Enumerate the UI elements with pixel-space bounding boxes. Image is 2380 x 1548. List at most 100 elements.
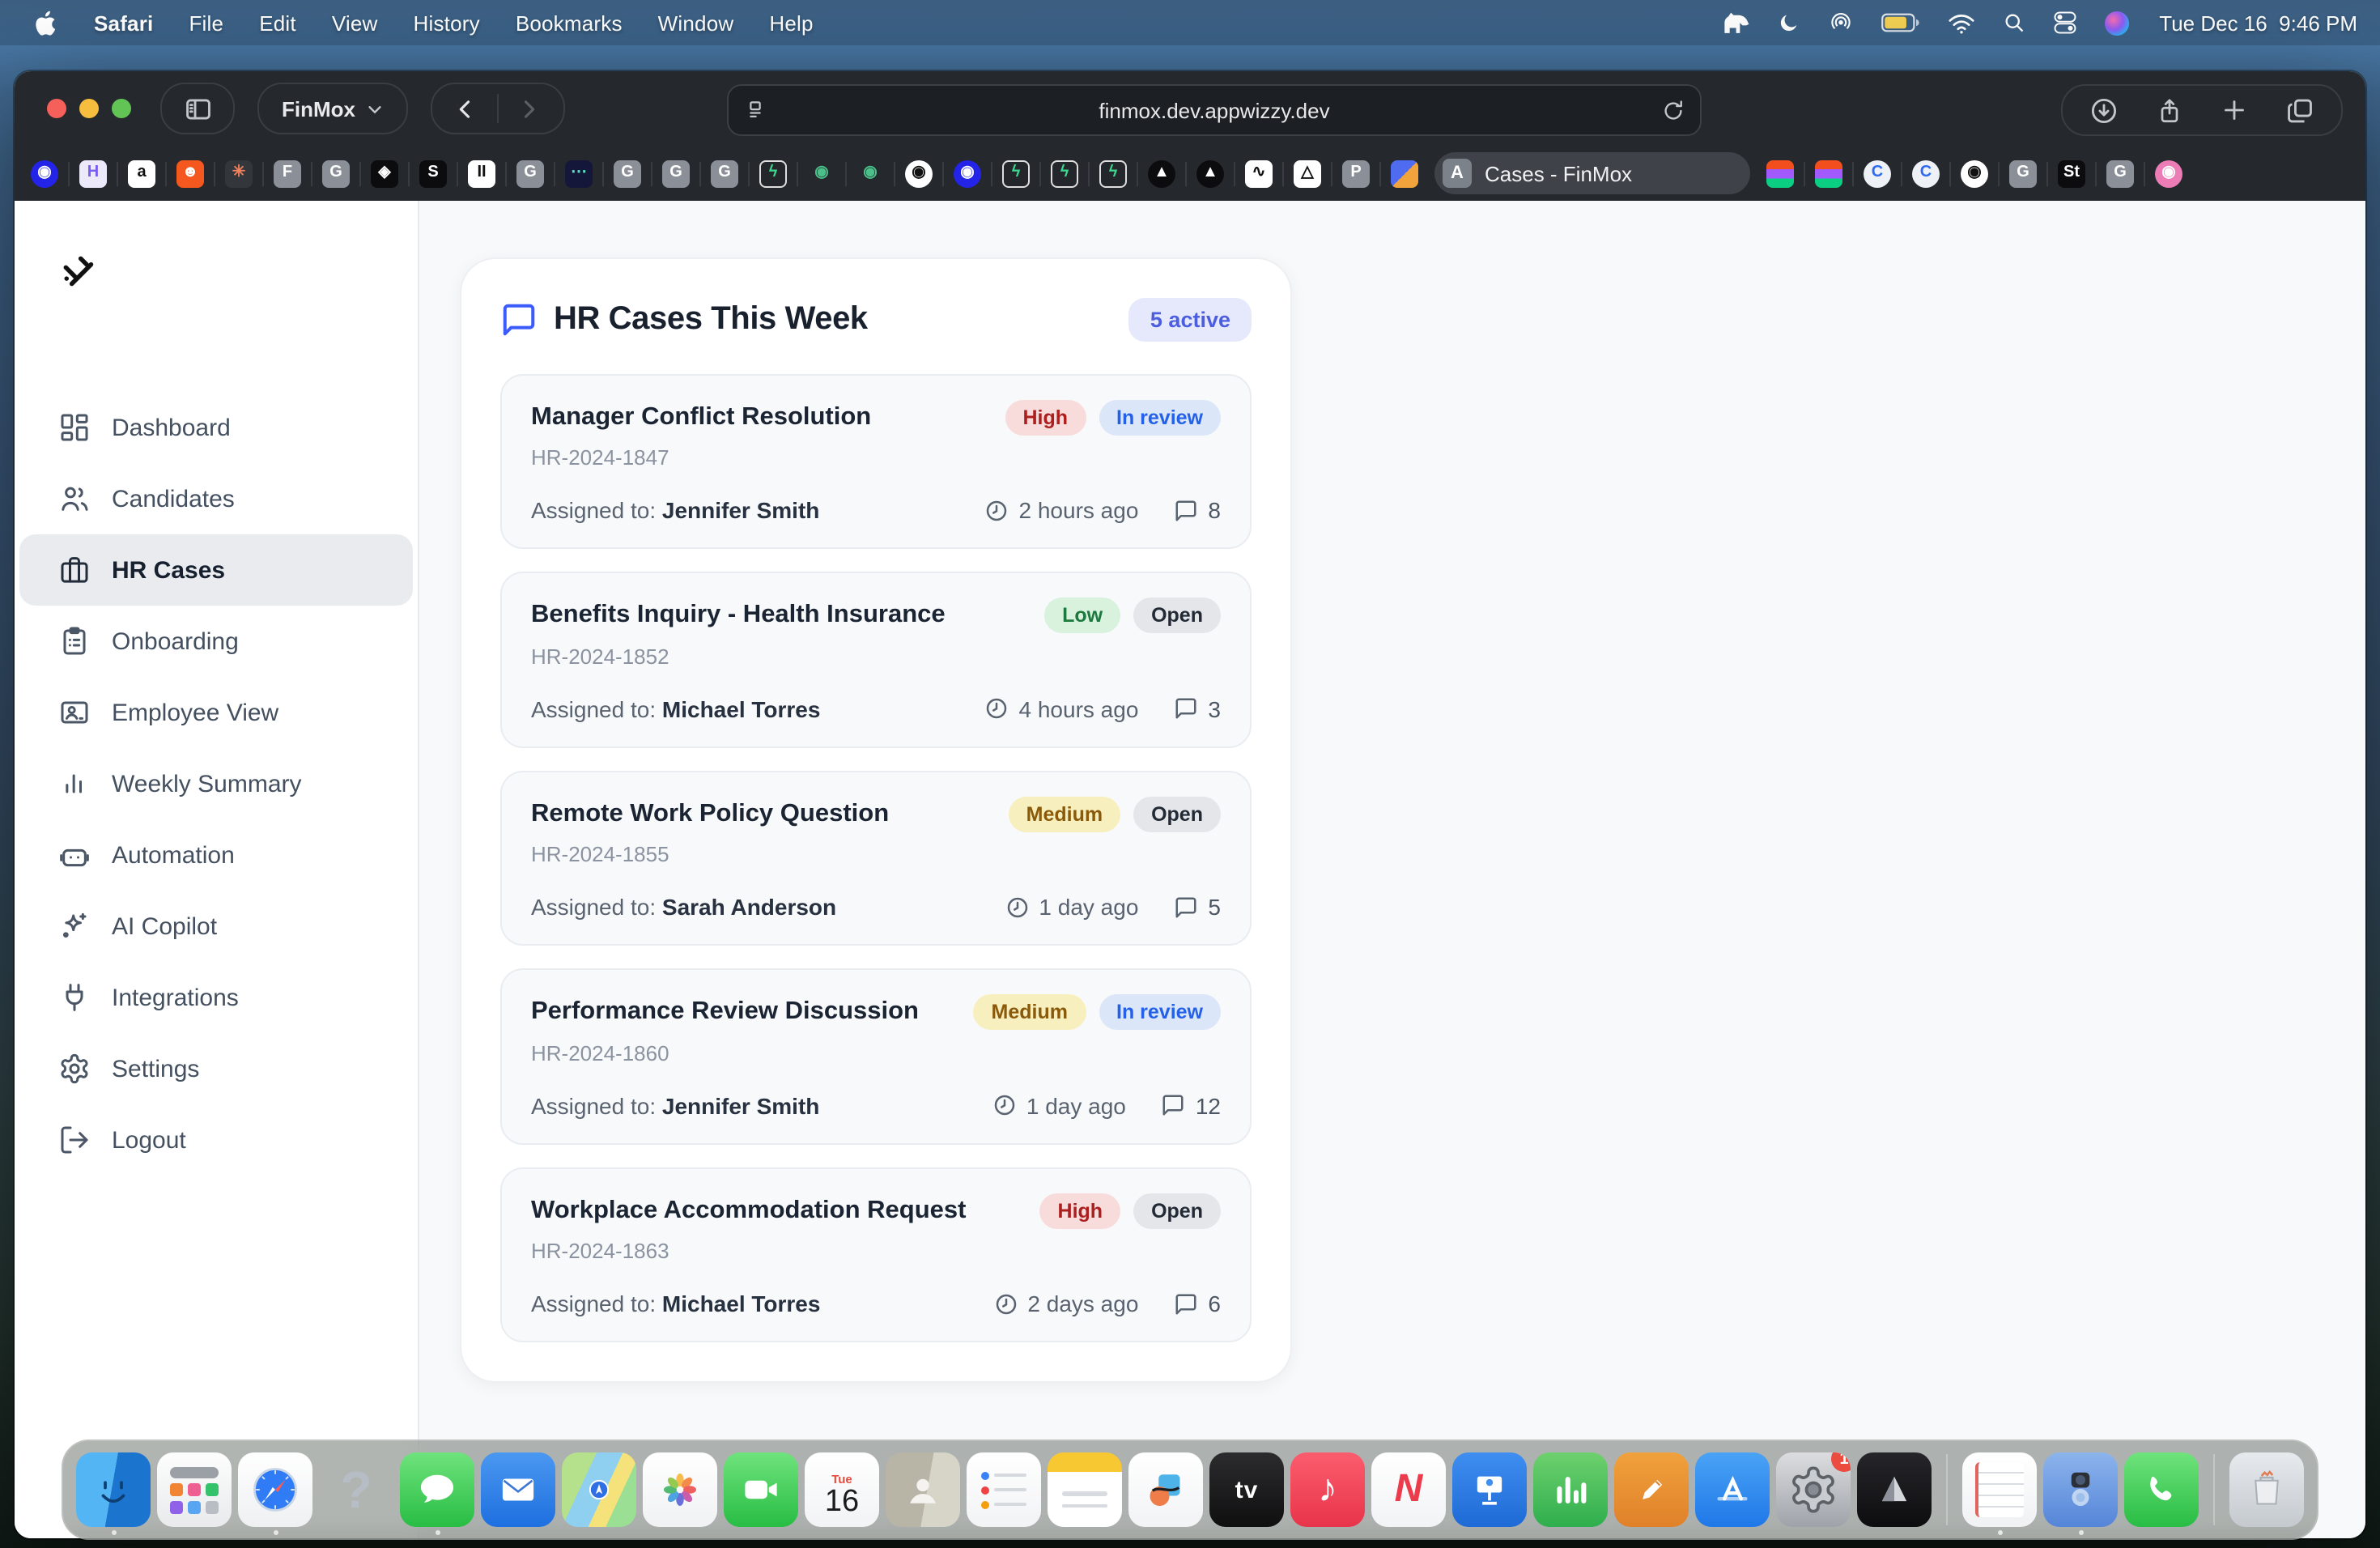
dock-item-facetime[interactable] — [724, 1452, 798, 1527]
dock-item-notes[interactable] — [1048, 1452, 1122, 1527]
dock-item-prism[interactable] — [1857, 1452, 1932, 1527]
favorite-h-purple-icon[interactable]: H — [79, 159, 107, 187]
apple-menu-icon[interactable] — [32, 9, 57, 36]
finmox-logo-icon[interactable] — [60, 253, 96, 288]
sidebar-item-settings[interactable]: Settings — [19, 1033, 413, 1104]
dock-item-news[interactable]: N — [1371, 1452, 1446, 1527]
favorite-pen-duotone-icon[interactable] — [1391, 159, 1418, 187]
new-tab-button[interactable] — [2220, 96, 2249, 125]
favorite-g-grey-icon[interactable]: G — [322, 159, 350, 187]
case-card[interactable]: Performance Review DiscussionMediumIn re… — [500, 969, 1252, 1145]
favorite-g-grey-icon[interactable]: G — [2106, 159, 2134, 187]
tab-cases-finmox[interactable]: A Cases - FinMox — [1434, 152, 1750, 194]
sidebar-item-automation[interactable]: Automation — [19, 819, 413, 891]
favorite-script-black-icon[interactable]: S — [419, 159, 447, 187]
favorite-c-blue-icon[interactable]: C — [1912, 159, 1940, 187]
dock-item-textedit[interactable] — [1962, 1452, 2037, 1527]
favorite-g-grey-icon[interactable]: G — [614, 159, 641, 187]
menu-item-view[interactable]: View — [314, 11, 396, 35]
spotlight-search-icon[interactable] — [2002, 11, 2025, 34]
minimize-window-button[interactable] — [79, 99, 99, 118]
siri-icon[interactable] — [2104, 11, 2128, 35]
control-center-icon[interactable] — [2052, 11, 2076, 34]
favorite-g-grey-icon[interactable]: G — [2009, 159, 2037, 187]
battery-icon[interactable] — [1881, 13, 1919, 32]
dock-item-calendar[interactable]: Tue16 — [805, 1452, 879, 1527]
dock-item-trash[interactable] — [2229, 1452, 2304, 1527]
favorite-amazon-icon[interactable]: a — [128, 159, 155, 187]
favorite-storybook-icon[interactable]: St — [2058, 159, 2085, 187]
sidebar-item-ai-copilot[interactable]: AI Copilot — [19, 891, 413, 962]
favorite-sail-white-icon[interactable]: △ — [1294, 159, 1321, 187]
menu-item-window[interactable]: Window — [640, 11, 752, 35]
dock-item-settings[interactable]: 1 — [1776, 1452, 1851, 1527]
favorite-figma-icon[interactable] — [1815, 159, 1842, 187]
sidebar-item-employee-view[interactable]: Employee View — [19, 677, 413, 748]
favorite-openai-white-icon[interactable]: ◉ — [905, 159, 933, 187]
favorite-bolt-dark-icon[interactable]: ϟ — [759, 159, 787, 187]
forward-button[interactable] — [504, 95, 553, 122]
menu-item-help[interactable]: Help — [751, 11, 831, 35]
favorite-pause-white-icon[interactable]: II — [468, 159, 495, 187]
sidebar-item-dashboard[interactable]: Dashboard — [19, 392, 413, 463]
favorite-swoosh-white-icon[interactable]: ∿ — [1245, 159, 1273, 187]
favorite-openai-blue-icon[interactable]: ◉ — [954, 159, 981, 187]
favorite-g-grey-icon[interactable]: G — [516, 159, 544, 187]
favorite-g-grey-icon[interactable]: G — [662, 159, 690, 187]
sidebar-item-logout[interactable]: Logout — [19, 1104, 413, 1176]
case-card[interactable]: Benefits Inquiry - Health InsuranceLowOp… — [500, 572, 1252, 748]
sidebar-item-hr-cases[interactable]: HR Cases — [19, 534, 413, 606]
favorite-dribbble-icon[interactable]: ◉ — [2155, 159, 2182, 187]
dock-item-appletv[interactable]: tv — [1209, 1452, 1284, 1527]
menu-item-edit[interactable]: Edit — [241, 11, 314, 35]
dock-item-contacts[interactable] — [886, 1452, 960, 1527]
dock-item-photos[interactable] — [643, 1452, 717, 1527]
favorite-dots-dark-icon[interactable]: ⋯ — [565, 159, 593, 187]
dock-item-help[interactable]: ? — [319, 1452, 393, 1527]
tab-overview-button[interactable] — [2284, 95, 2315, 125]
favorite-bolt-dark-icon[interactable]: ϟ — [1099, 159, 1127, 187]
pet-icon[interactable] — [1719, 11, 1749, 35]
sidebar-item-onboarding[interactable]: Onboarding — [19, 606, 413, 677]
dock-item-maps[interactable] — [562, 1452, 636, 1527]
favorite-f-grey-icon[interactable]: F — [274, 159, 301, 187]
favorite-spiral-green-icon[interactable]: ◉ — [808, 159, 835, 187]
favorite-c-blue-icon[interactable]: C — [1864, 159, 1891, 187]
airdrop-icon[interactable] — [1827, 11, 1853, 35]
sidebar-toggle-button[interactable] — [160, 83, 235, 134]
dock-item-pages[interactable] — [1614, 1452, 1689, 1527]
favorite-openai-white-icon[interactable]: ◉ — [1961, 159, 1988, 187]
dock-item-camera-app[interactable] — [2043, 1452, 2118, 1527]
menu-bar-clock[interactable]: Tue Dec 16 9:46 PM — [2159, 11, 2357, 35]
favorite-play-black-icon[interactable]: ▲ — [1148, 159, 1175, 187]
sidebar-item-candidates[interactable]: Candidates — [19, 463, 413, 534]
dock-item-keynote[interactable] — [1452, 1452, 1527, 1527]
close-window-button[interactable] — [47, 99, 66, 118]
favorite-g-grey-icon[interactable]: G — [711, 159, 738, 187]
favorite-p-grey-icon[interactable]: P — [1342, 159, 1370, 187]
focus-moon-icon[interactable] — [1777, 11, 1800, 34]
dock-item-reminders[interactable] — [967, 1452, 1041, 1527]
menu-item-safari[interactable]: Safari — [76, 11, 171, 35]
reload-icon[interactable] — [1661, 98, 1685, 122]
favorite-openai-blue-icon[interactable]: ◉ — [31, 159, 58, 187]
dock-item-mail[interactable] — [481, 1452, 555, 1527]
dock-item-freeform[interactable] — [1128, 1452, 1203, 1527]
page-format-icon[interactable] — [743, 98, 767, 122]
address-bar[interactable]: finmox.dev.appwizzy.dev — [727, 84, 1702, 136]
favorite-reddit-icon[interactable]: ☻ — [176, 159, 204, 187]
share-button[interactable] — [2155, 95, 2184, 125]
case-card[interactable]: Workplace Accommodation RequestHighOpenH… — [500, 1167, 1252, 1343]
dock-item-safari[interactable] — [238, 1452, 312, 1527]
dock-item-music[interactable]: ♪ — [1290, 1452, 1365, 1527]
sidebar-item-integrations[interactable]: Integrations — [19, 962, 413, 1033]
case-card[interactable]: Remote Work Policy QuestionMediumOpenHR-… — [500, 771, 1252, 946]
favorite-diamond-black-icon[interactable]: ◈ — [371, 159, 398, 187]
dock-item-numbers[interactable] — [1533, 1452, 1608, 1527]
menu-item-history[interactable]: History — [396, 11, 498, 35]
favorite-play-black-icon[interactable]: ▲ — [1196, 159, 1224, 187]
favorite-spiral-green-icon[interactable]: ◉ — [856, 159, 884, 187]
back-button[interactable] — [441, 95, 490, 122]
profile-switcher[interactable]: FinMox — [257, 83, 407, 134]
menu-item-bookmarks[interactable]: Bookmarks — [498, 11, 640, 35]
